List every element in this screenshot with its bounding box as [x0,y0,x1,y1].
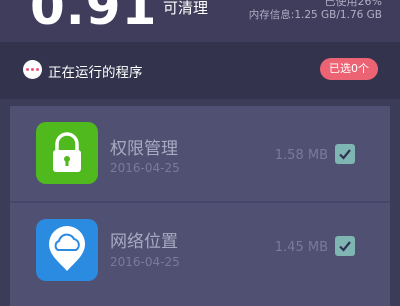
checkmark-icon [339,149,351,160]
app-checkbox[interactable] [335,144,355,164]
app-date: 2016-04-25 [110,255,180,269]
list-item[interactable]: 权限管理 2016-04-25 1.58 MB [10,106,390,203]
app-size: 1.45 MB [274,240,328,255]
memory-info: 内存信息:1.25 GB/1.76 GB [248,9,382,21]
lock-icon [36,122,98,184]
header: 0.91 可清理 已使用26% 内存信息:1.25 GB/1.76 GB [0,0,400,42]
running-programs-bar: 正在运行的程序 已选0个 [0,42,400,99]
app-date: 2016-04-25 [110,161,180,175]
cleanable-amount: 0.91 [30,0,158,36]
app-size: 1.58 MB [274,148,328,163]
checkmark-icon [339,241,351,252]
app-name: 权限管理 [110,139,178,159]
list-item[interactable]: 网络位置 2016-04-25 1.45 MB [10,203,390,298]
app-name: 网络位置 [110,232,178,252]
cleanable-label: 可清理 [163,0,209,17]
app-checkbox[interactable] [335,236,355,256]
app-list: 权限管理 2016-04-25 1.58 MB 网络位置 2016-04-25 … [10,106,390,306]
more-dots-icon [23,60,42,79]
running-programs-label: 正在运行的程序 [48,65,143,81]
selected-count-button[interactable]: 已选0个 [320,58,378,80]
location-cloud-icon [36,219,98,281]
